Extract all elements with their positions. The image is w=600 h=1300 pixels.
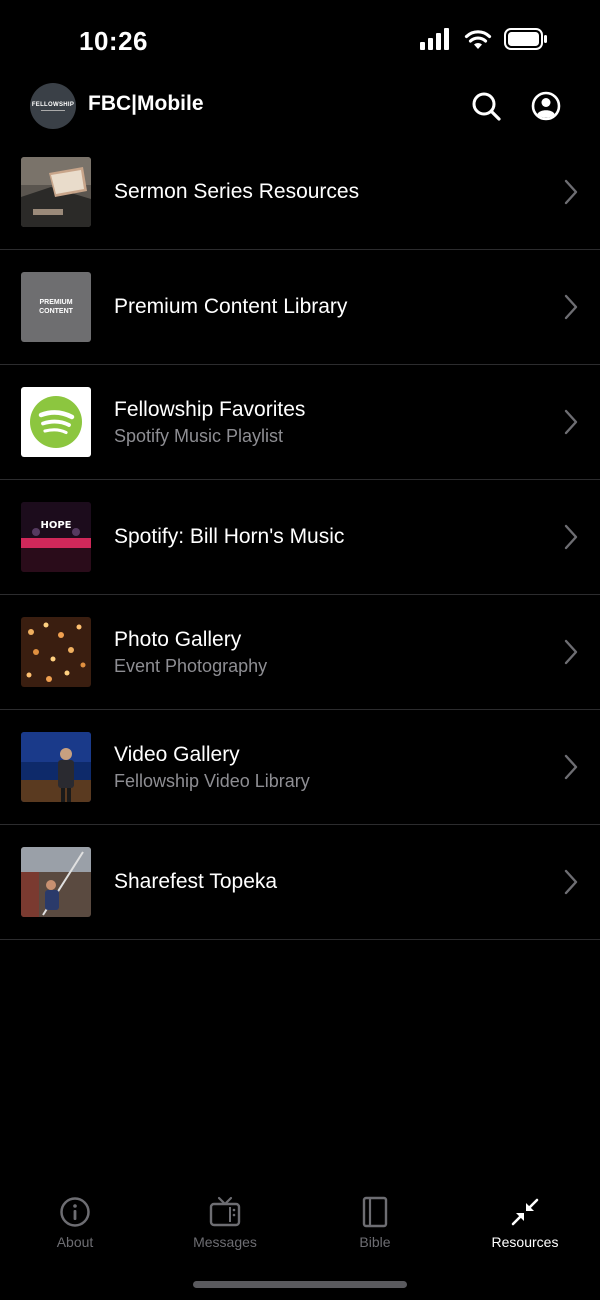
list-item-subtitle: Spotify Music Playlist (114, 425, 284, 446)
list-item-title: Sharefest Topeka (114, 870, 278, 893)
wifi-icon (464, 30, 492, 49)
status-time: 10:26 (79, 26, 148, 56)
sharefest-thumbnail (21, 847, 91, 917)
profile-button[interactable] (529, 89, 563, 123)
tab-label: About (56, 1234, 94, 1250)
list-item-text: Fellowship Favorites Spotify Music Playl… (114, 365, 540, 479)
list-item[interactable]: Sharefest Topeka (0, 825, 600, 940)
logo-divider (41, 109, 65, 111)
list-item-text: Sermon Series Resources (114, 135, 540, 249)
chevron-right-icon (564, 524, 578, 550)
tab-bar: About Messages Bible Resources (0, 1180, 600, 1300)
list-item[interactable]: Photo Gallery Event Photography (0, 595, 600, 710)
logo-text: FELLOWSHIP (31, 101, 75, 108)
status-bar: 10:26 (0, 0, 600, 80)
list-item[interactable]: Sermon Series Resources (0, 135, 600, 250)
search-icon (472, 92, 501, 121)
signal-icon (420, 28, 449, 50)
list-item-text: Premium Content Library (114, 250, 540, 364)
thumbnail-text: HOPE (40, 520, 71, 531)
tab-label: Messages (193, 1234, 257, 1250)
list-item[interactable]: Video Gallery Fellowship Video Library (0, 710, 600, 825)
list-item[interactable]: Fellowship Favorites Spotify Music Playl… (0, 365, 600, 480)
list-item-text: Sharefest Topeka (114, 825, 540, 939)
premium-content-thumbnail: PREMIUM CONTENT (21, 272, 91, 342)
list-item[interactable]: PREMIUM CONTENT Premium Content Library (0, 250, 600, 365)
tab-about[interactable]: About (0, 1196, 150, 1250)
list-item-title: Video Gallery (114, 742, 240, 766)
church-logo[interactable]: FELLOWSHIP (30, 83, 76, 129)
tab-resources[interactable]: Resources (450, 1196, 600, 1250)
chevron-right-icon (564, 754, 578, 780)
book-icon (362, 1196, 388, 1228)
list-item-title: Spotify: Bill Horn's Music (114, 525, 345, 548)
list-item-title: Fellowship Favorites (114, 397, 306, 421)
spotify-thumbnail (21, 387, 91, 457)
video-gallery-thumbnail (21, 732, 91, 802)
resource-list: Sermon Series Resources PREMIUM CONTENT … (0, 135, 600, 940)
list-item[interactable]: HOPE Spotify: Bill Horn's Music (0, 480, 600, 595)
tab-bible[interactable]: Bible (300, 1196, 450, 1250)
list-item-text: Spotify: Bill Horn's Music (114, 480, 540, 594)
photo-gallery-thumbnail (21, 617, 91, 687)
chevron-right-icon (564, 869, 578, 895)
chevron-right-icon (564, 639, 578, 665)
collapse-arrows-icon (511, 1198, 539, 1226)
concert-thumbnail: HOPE (21, 502, 91, 572)
chevron-right-icon (564, 409, 578, 435)
list-item-text: Photo Gallery Event Photography (114, 595, 540, 709)
tab-messages[interactable]: Messages (150, 1196, 300, 1250)
search-button[interactable] (469, 89, 503, 123)
list-item-subtitle: Event Photography (114, 655, 268, 676)
battery-icon (504, 28, 547, 50)
app-header: FELLOWSHIP FBC|Mobile (0, 80, 600, 140)
tv-icon (209, 1196, 241, 1227)
app-title: FBC|Mobile (88, 92, 204, 115)
chevron-right-icon (564, 294, 578, 320)
list-item-text: Video Gallery Fellowship Video Library (114, 710, 540, 824)
info-icon (60, 1197, 90, 1227)
status-icons (420, 28, 548, 50)
home-indicator[interactable] (193, 1281, 407, 1288)
chevron-right-icon (564, 179, 578, 205)
tab-label: Bible (359, 1234, 391, 1250)
thumbnail-text: PREMIUM CONTENT (39, 299, 73, 315)
tab-label: Resources (491, 1234, 559, 1250)
list-item-title: Sermon Series Resources (114, 180, 360, 203)
list-item-title: Photo Gallery (114, 627, 242, 651)
sermon-series-thumbnail (21, 157, 91, 227)
list-item-subtitle: Fellowship Video Library (114, 770, 310, 791)
list-item-title: Premium Content Library (114, 295, 348, 318)
account-icon (531, 91, 561, 121)
